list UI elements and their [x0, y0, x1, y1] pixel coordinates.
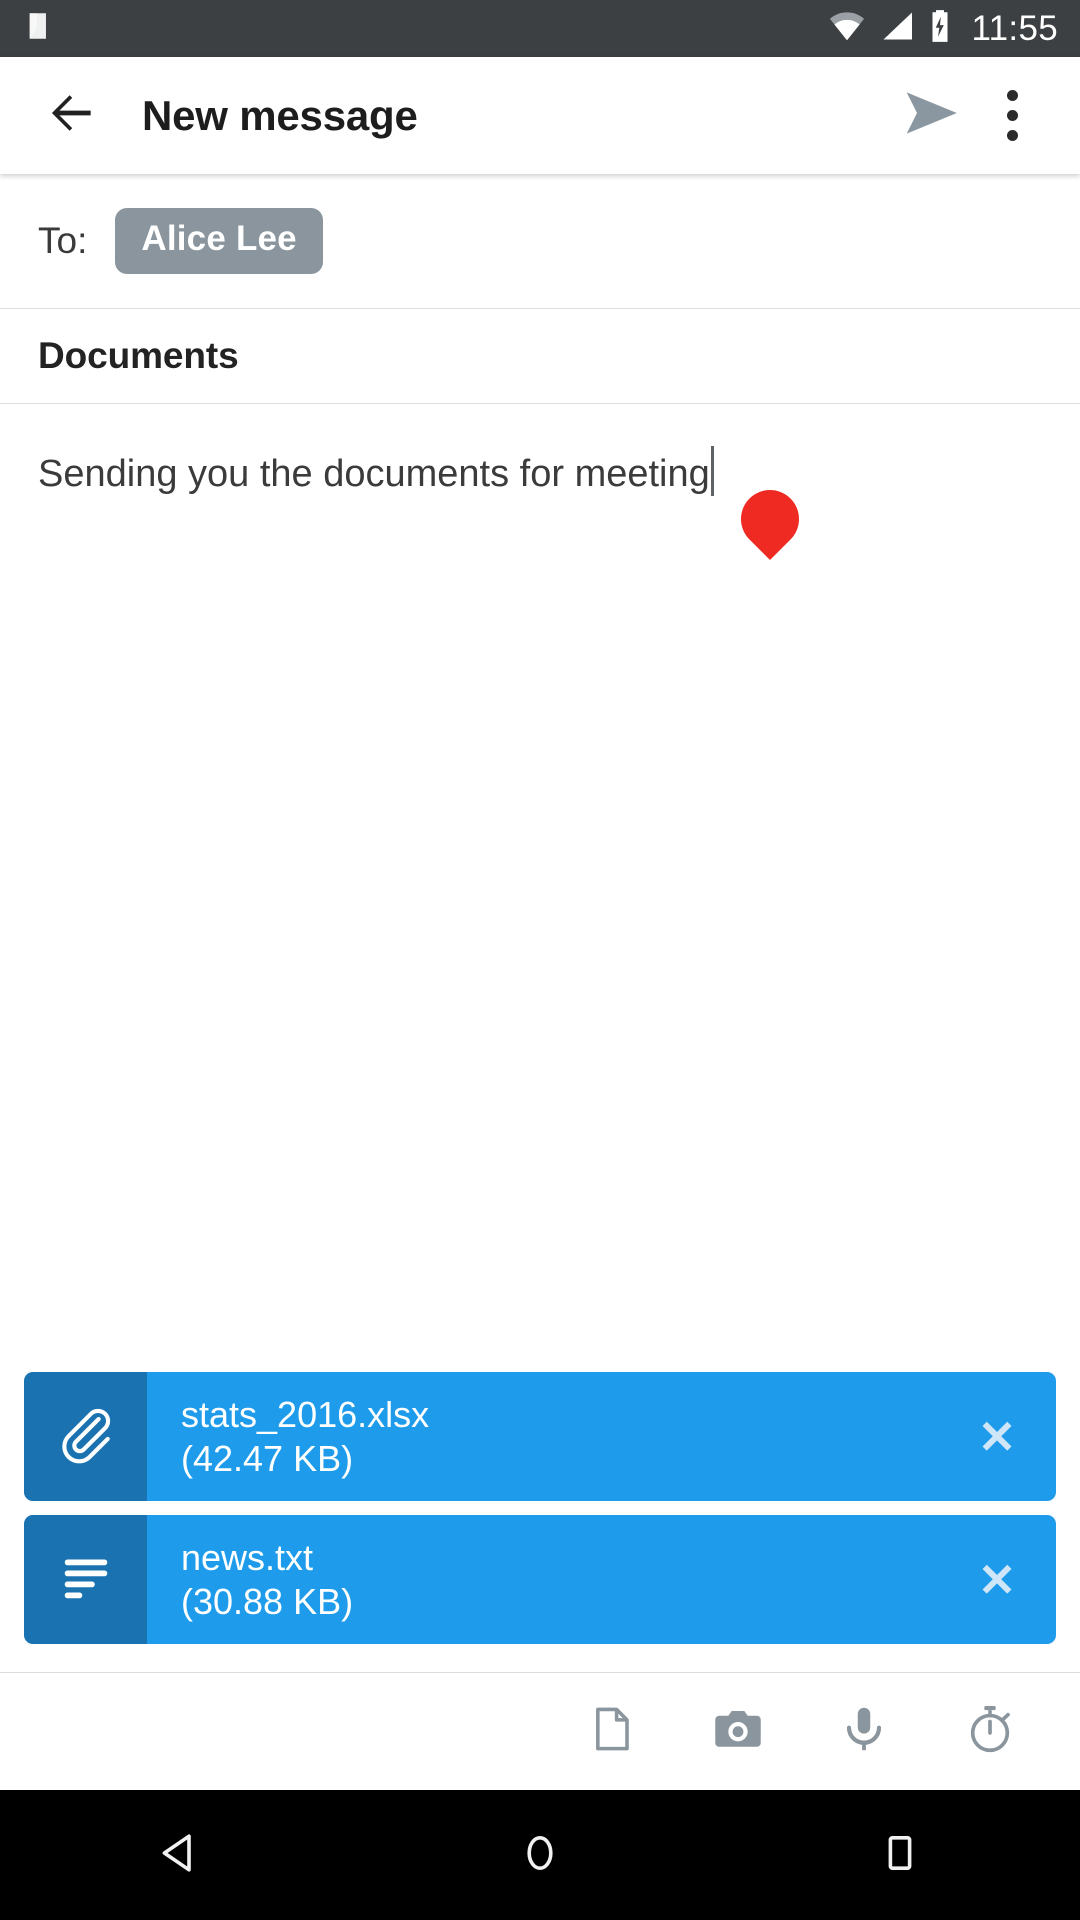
paperclip-icon	[55, 1403, 117, 1470]
attachment-item[interactable]: stats_2016.xlsx (42.47 KB) ✕	[24, 1372, 1056, 1501]
page-title: New message	[142, 91, 418, 139]
attachment-info: stats_2016.xlsx (42.47 KB)	[147, 1372, 938, 1501]
nav-back-icon	[156, 1829, 204, 1882]
microphone-icon	[839, 1704, 889, 1759]
back-button[interactable]	[36, 80, 108, 152]
attach-timer-button[interactable]	[954, 1696, 1026, 1768]
camera-icon	[711, 1702, 765, 1761]
attachment-item[interactable]: news.txt (30.88 KB) ✕	[24, 1515, 1056, 1644]
nav-home-button[interactable]	[480, 1800, 600, 1910]
nav-recents-icon	[876, 1829, 924, 1882]
subject-input[interactable]: Documents	[38, 335, 239, 377]
status-bar: 11:55	[0, 0, 1080, 57]
attachment-toolbar	[0, 1672, 1080, 1790]
document-attach-icon	[587, 1704, 637, 1759]
attachment-size: (30.88 KB)	[181, 1580, 354, 1622]
timer-icon	[964, 1703, 1016, 1760]
nav-back-button[interactable]	[120, 1800, 240, 1910]
back-arrow-icon	[44, 85, 100, 146]
attachment-remove-button[interactable]: ✕	[938, 1515, 1056, 1644]
attachment-name: stats_2016.xlsx	[181, 1393, 430, 1435]
battery-charging-icon	[928, 9, 952, 48]
attachment-name: news.txt	[181, 1536, 314, 1578]
attachment-icon-panel	[24, 1515, 147, 1644]
android-navigation-bar	[0, 1790, 1080, 1920]
attach-camera-button[interactable]	[702, 1696, 774, 1768]
message-body-text: Sending you the documents for meeting	[38, 453, 710, 495]
attach-audio-button[interactable]	[828, 1696, 900, 1768]
status-bar-clock: 11:55	[971, 9, 1058, 48]
phone-screen: 11:55 New message To: Alice Lee Document…	[0, 0, 1080, 1920]
attachment-remove-button[interactable]: ✕	[938, 1372, 1056, 1501]
overflow-menu-icon	[1006, 110, 1018, 121]
send-icon	[901, 82, 963, 149]
overflow-menu-button[interactable]	[972, 76, 1052, 156]
attachment-list: stats_2016.xlsx (42.47 KB) ✕ news.txt (3…	[0, 1372, 1080, 1672]
status-bar-left	[24, 9, 58, 48]
attachment-size: (42.47 KB)	[181, 1437, 354, 1479]
compose-form: To: Alice Lee Documents Sending you the …	[0, 174, 1080, 1672]
overflow-menu-icon	[1006, 130, 1018, 141]
text-cursor-handle-icon[interactable]	[728, 477, 812, 561]
subject-row[interactable]: Documents	[0, 309, 1080, 404]
cellular-signal-icon	[880, 11, 914, 46]
recipient-row[interactable]: To: Alice Lee	[0, 174, 1080, 309]
send-button[interactable]	[892, 76, 972, 156]
attachment-info: news.txt (30.88 KB)	[147, 1515, 938, 1644]
app-bar: New message	[0, 57, 1080, 174]
status-bar-right: 11:55	[828, 9, 1059, 48]
attach-document-button[interactable]	[576, 1696, 648, 1768]
text-caret	[710, 446, 714, 496]
to-label: To:	[38, 220, 88, 261]
attachment-icon-panel	[24, 1372, 147, 1501]
wifi-icon	[828, 11, 866, 46]
android-n-logo-icon	[24, 9, 58, 48]
message-body-input[interactable]: Sending you the documents for meeting	[0, 404, 1080, 1372]
text-lines-icon	[56, 1547, 116, 1612]
nav-recents-button[interactable]	[840, 1800, 960, 1910]
recipient-chip[interactable]: Alice Lee	[115, 208, 323, 274]
overflow-menu-icon	[1006, 90, 1018, 101]
nav-home-icon	[516, 1829, 564, 1882]
